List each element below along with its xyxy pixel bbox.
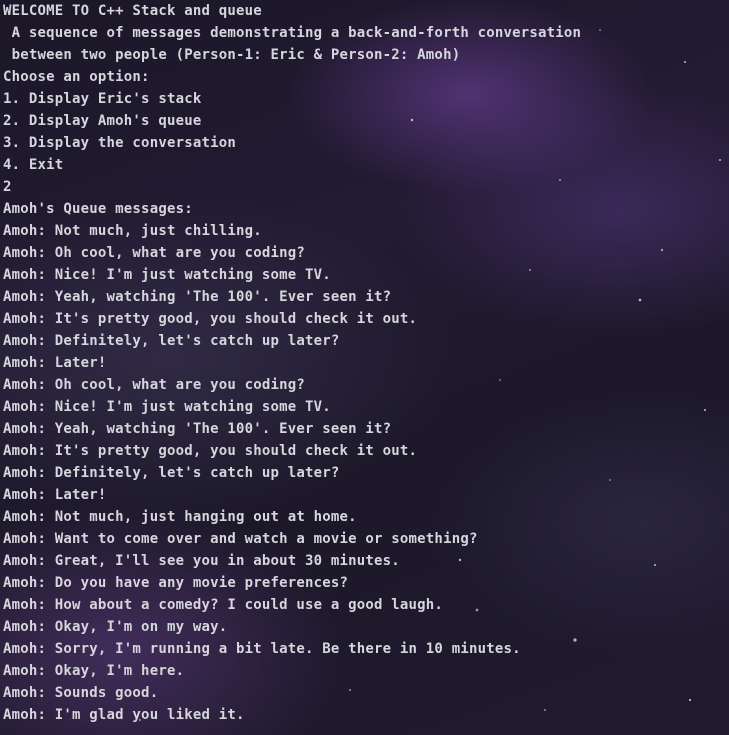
queue-message: Amoh: How about a comedy? I could use a …: [3, 597, 444, 613]
queue-message: Amoh: I'm glad you liked it.: [3, 707, 245, 723]
queue-message: Amoh: Sounds good.: [3, 685, 159, 701]
queue-message: Amoh: Want to come over and watch a movi…: [3, 531, 478, 547]
menu-option-display-stack: 1. Display Eric's stack: [3, 91, 202, 107]
queue-message: Amoh: Nice! I'm just watching some TV.: [3, 267, 331, 283]
queue-message: Amoh: Later!: [3, 355, 107, 371]
terminal-window[interactable]: WELCOME TO C++ Stack and queue A sequenc…: [0, 0, 729, 735]
queue-message: Amoh: Oh cool, what are you coding?: [3, 377, 306, 393]
queue-message: Amoh: Oh cool, what are you coding?: [3, 245, 306, 261]
user-input: 2: [3, 179, 12, 195]
queue-message: Amoh: It's pretty good, you should check…: [3, 443, 418, 459]
menu-option-display-conversation: 3. Display the conversation: [3, 135, 236, 151]
queue-message: Amoh: Not much, just hanging out at home…: [3, 509, 357, 525]
queue-message: Amoh: Okay, I'm on my way.: [3, 619, 228, 635]
queue-message: Amoh: Okay, I'm here.: [3, 663, 185, 679]
queue-message: Amoh: It's pretty good, you should check…: [3, 311, 418, 327]
queue-message: Amoh: Yeah, watching 'The 100'. Ever see…: [3, 421, 392, 437]
description-line: between two people (Person-1: Eric & Per…: [3, 47, 461, 63]
queue-message: Amoh: Not much, just chilling.: [3, 223, 262, 239]
queue-heading: Amoh's Queue messages:: [3, 201, 193, 217]
menu-option-exit: 4. Exit: [3, 157, 64, 173]
queue-message: Amoh: Yeah, watching 'The 100'. Ever see…: [3, 289, 392, 305]
queue-message: Amoh: Sorry, I'm running a bit late. Be …: [3, 641, 521, 657]
queue-message: Amoh: Nice! I'm just watching some TV.: [3, 399, 331, 415]
queue-message: Amoh: Great, I'll see you in about 30 mi…: [3, 553, 400, 569]
queue-message: Amoh: Do you have any movie preferences?: [3, 575, 349, 591]
description-line: A sequence of messages demonstrating a b…: [3, 25, 582, 41]
console-output: WELCOME TO C++ Stack and queue A sequenc…: [0, 0, 729, 726]
queue-message: Amoh: Definitely, let's catch up later?: [3, 333, 340, 349]
menu-prompt: Choose an option:: [3, 69, 150, 85]
queue-message: Amoh: Definitely, let's catch up later?: [3, 465, 340, 481]
menu-option-display-queue: 2. Display Amoh's queue: [3, 113, 202, 129]
queue-message: Amoh: Later!: [3, 487, 107, 503]
welcome-title: WELCOME TO C++ Stack and queue: [3, 3, 262, 19]
